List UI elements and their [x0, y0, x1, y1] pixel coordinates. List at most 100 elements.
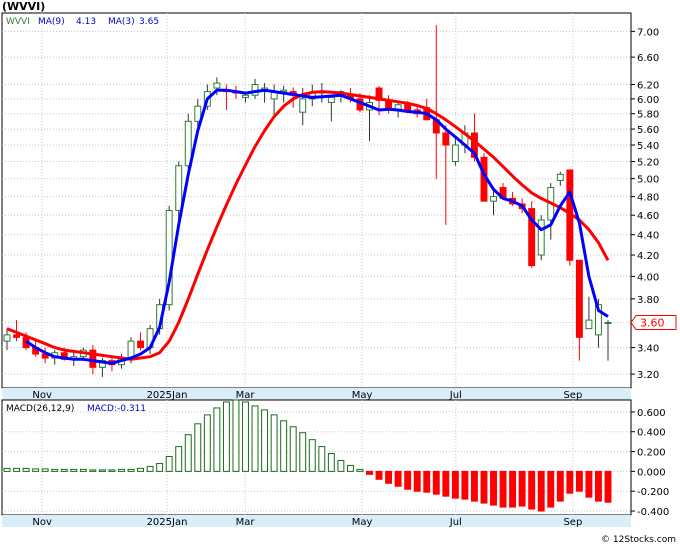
macd-bar-17	[165, 456, 173, 472]
macd-bar-28	[270, 414, 278, 472]
candle-body-31	[299, 98, 307, 113]
y-tick-price-3: 6.00	[637, 95, 659, 106]
macd-bar-35	[337, 459, 345, 472]
y-tick-price-12: 4.20	[637, 251, 659, 262]
candle-body-14	[137, 340, 145, 349]
macd-bar-50	[480, 470, 488, 504]
legend-ma3-value: 3.65	[139, 17, 159, 27]
macd-bar-12	[118, 468, 125, 472]
x-tick-macd-3: May	[352, 517, 373, 528]
candle-body-46	[442, 132, 450, 146]
y-tick-macd-4: -0.200	[637, 487, 669, 498]
macd-bar-6	[60, 468, 68, 472]
macd-bar-44	[423, 470, 431, 493]
macd-bar-39	[375, 470, 383, 480]
macd-legend-value: MACD:-0.311	[87, 404, 146, 414]
macd-bar-61	[585, 470, 593, 498]
candle-body-61	[585, 319, 593, 330]
candle-body-34	[327, 96, 335, 104]
macd-bar-1	[13, 467, 20, 472]
macd-bar-31	[299, 432, 307, 472]
legend-ma9-label: MA(9)	[38, 17, 65, 27]
y-tick-price-4: 5.80	[637, 110, 659, 121]
candle-body-51	[490, 196, 497, 202]
y-tick-price-8: 5.00	[637, 175, 659, 186]
macd-bar-54	[518, 470, 526, 507]
y-tick-price-1: 6.60	[637, 53, 659, 64]
macd-bar-22	[213, 407, 221, 472]
y-tick-macd-1: 0.400	[637, 428, 666, 439]
macd-bar-40	[385, 470, 393, 484]
macd-bar-62	[595, 470, 602, 502]
macd-bar-38	[366, 470, 373, 475]
macd-bar-55	[528, 470, 536, 510]
macd-bar-7	[70, 468, 78, 472]
y-tick-price-13: 4.00	[637, 272, 659, 283]
macd-bar-48	[461, 470, 469, 500]
y-tick-macd-2: 0.200	[637, 448, 666, 459]
macd-bar-33	[318, 446, 326, 472]
y-tick-price-10: 4.60	[637, 211, 659, 222]
macd-bar-11	[108, 469, 116, 472]
macd-bar-56	[537, 470, 545, 512]
macd-bar-3	[32, 468, 40, 472]
macd-bar-4	[41, 468, 49, 472]
macd-bar-41	[394, 470, 402, 487]
macd-bar-16	[156, 462, 164, 472]
candle-body-25	[242, 94, 249, 98]
y-tick-price-5: 5.60	[637, 125, 659, 136]
macd-bar-13	[127, 468, 135, 472]
y-tick-macd-3: 0.000	[637, 467, 666, 478]
chart-page: 7.00 6.60 6.20 6.00 5.80 5.60 5.40 5.20 5.00 4.80…	[0, 0, 680, 546]
y-tick-price-9: 4.80	[637, 193, 659, 204]
x-tick-macd-5: Sep	[563, 517, 582, 528]
y-tick-price-11: 4.40	[637, 231, 659, 242]
macd-bar-29	[280, 420, 288, 472]
y-tick-macd-0: 0.600	[637, 408, 666, 419]
x-tick-price-4: Jul	[449, 390, 462, 401]
macd-bar-9	[89, 469, 97, 472]
stock-chart: 7.00 6.60 6.20 6.00 5.80 5.60 5.40 5.20 5.00 4.80…	[0, 0, 680, 546]
macd-bar-53	[509, 470, 517, 508]
candle-body-42	[404, 104, 412, 111]
x-tick-price-2: Mar	[236, 390, 256, 401]
macd-bar-0	[3, 467, 11, 472]
legend-ma3-label: MA(3)	[108, 17, 135, 27]
macd-bar-36	[346, 464, 354, 472]
candle-body-60	[575, 259, 583, 338]
x-tick-price-1: 2025Jan	[147, 390, 188, 401]
chart-title: (WVVI)	[2, 0, 45, 13]
y-tick-price-14: 3.80	[637, 295, 659, 306]
candle-body-13	[127, 340, 135, 359]
candle-body-63	[604, 322, 612, 325]
macd-bar-59	[566, 470, 574, 494]
macd-bar-18	[175, 446, 183, 472]
y-tick-price-7: 5.20	[637, 158, 659, 169]
macd-panel	[1, 399, 632, 516]
macd-bar-14	[137, 467, 145, 472]
x-tick-macd-1: 2025Jan	[147, 517, 188, 528]
macd-bar-25	[242, 401, 249, 472]
x-tick-macd-4: Jul	[449, 517, 462, 528]
macd-bar-21	[203, 414, 211, 472]
candle-body-0	[3, 334, 11, 342]
macd-bar-47	[451, 470, 459, 499]
macd-bar-23	[222, 401, 230, 472]
candle-body-18	[175, 165, 183, 211]
x-tick-price-0: Nov	[32, 390, 52, 401]
macd-bar-5	[51, 468, 59, 472]
last-price-label: 3.60	[640, 317, 665, 330]
legend-ticker: WVVI	[6, 17, 30, 27]
y-tick-price-0: 7.00	[637, 27, 659, 38]
macd-bar-20	[194, 423, 202, 472]
y-tick-price-17: 3.20	[637, 370, 659, 381]
macd-bar-26	[251, 405, 259, 472]
macd-legend-label: MACD(26,12,9)	[6, 404, 74, 414]
macd-bar-63	[604, 470, 612, 503]
y-tick-price-16: 3.40	[637, 344, 659, 355]
candle-body-1	[13, 334, 20, 338]
price-date-axis-band	[2, 388, 631, 400]
macd-bar-45	[432, 470, 440, 495]
y-tick-macd-5: -0.400	[637, 507, 669, 518]
candle-body-47	[451, 144, 459, 163]
